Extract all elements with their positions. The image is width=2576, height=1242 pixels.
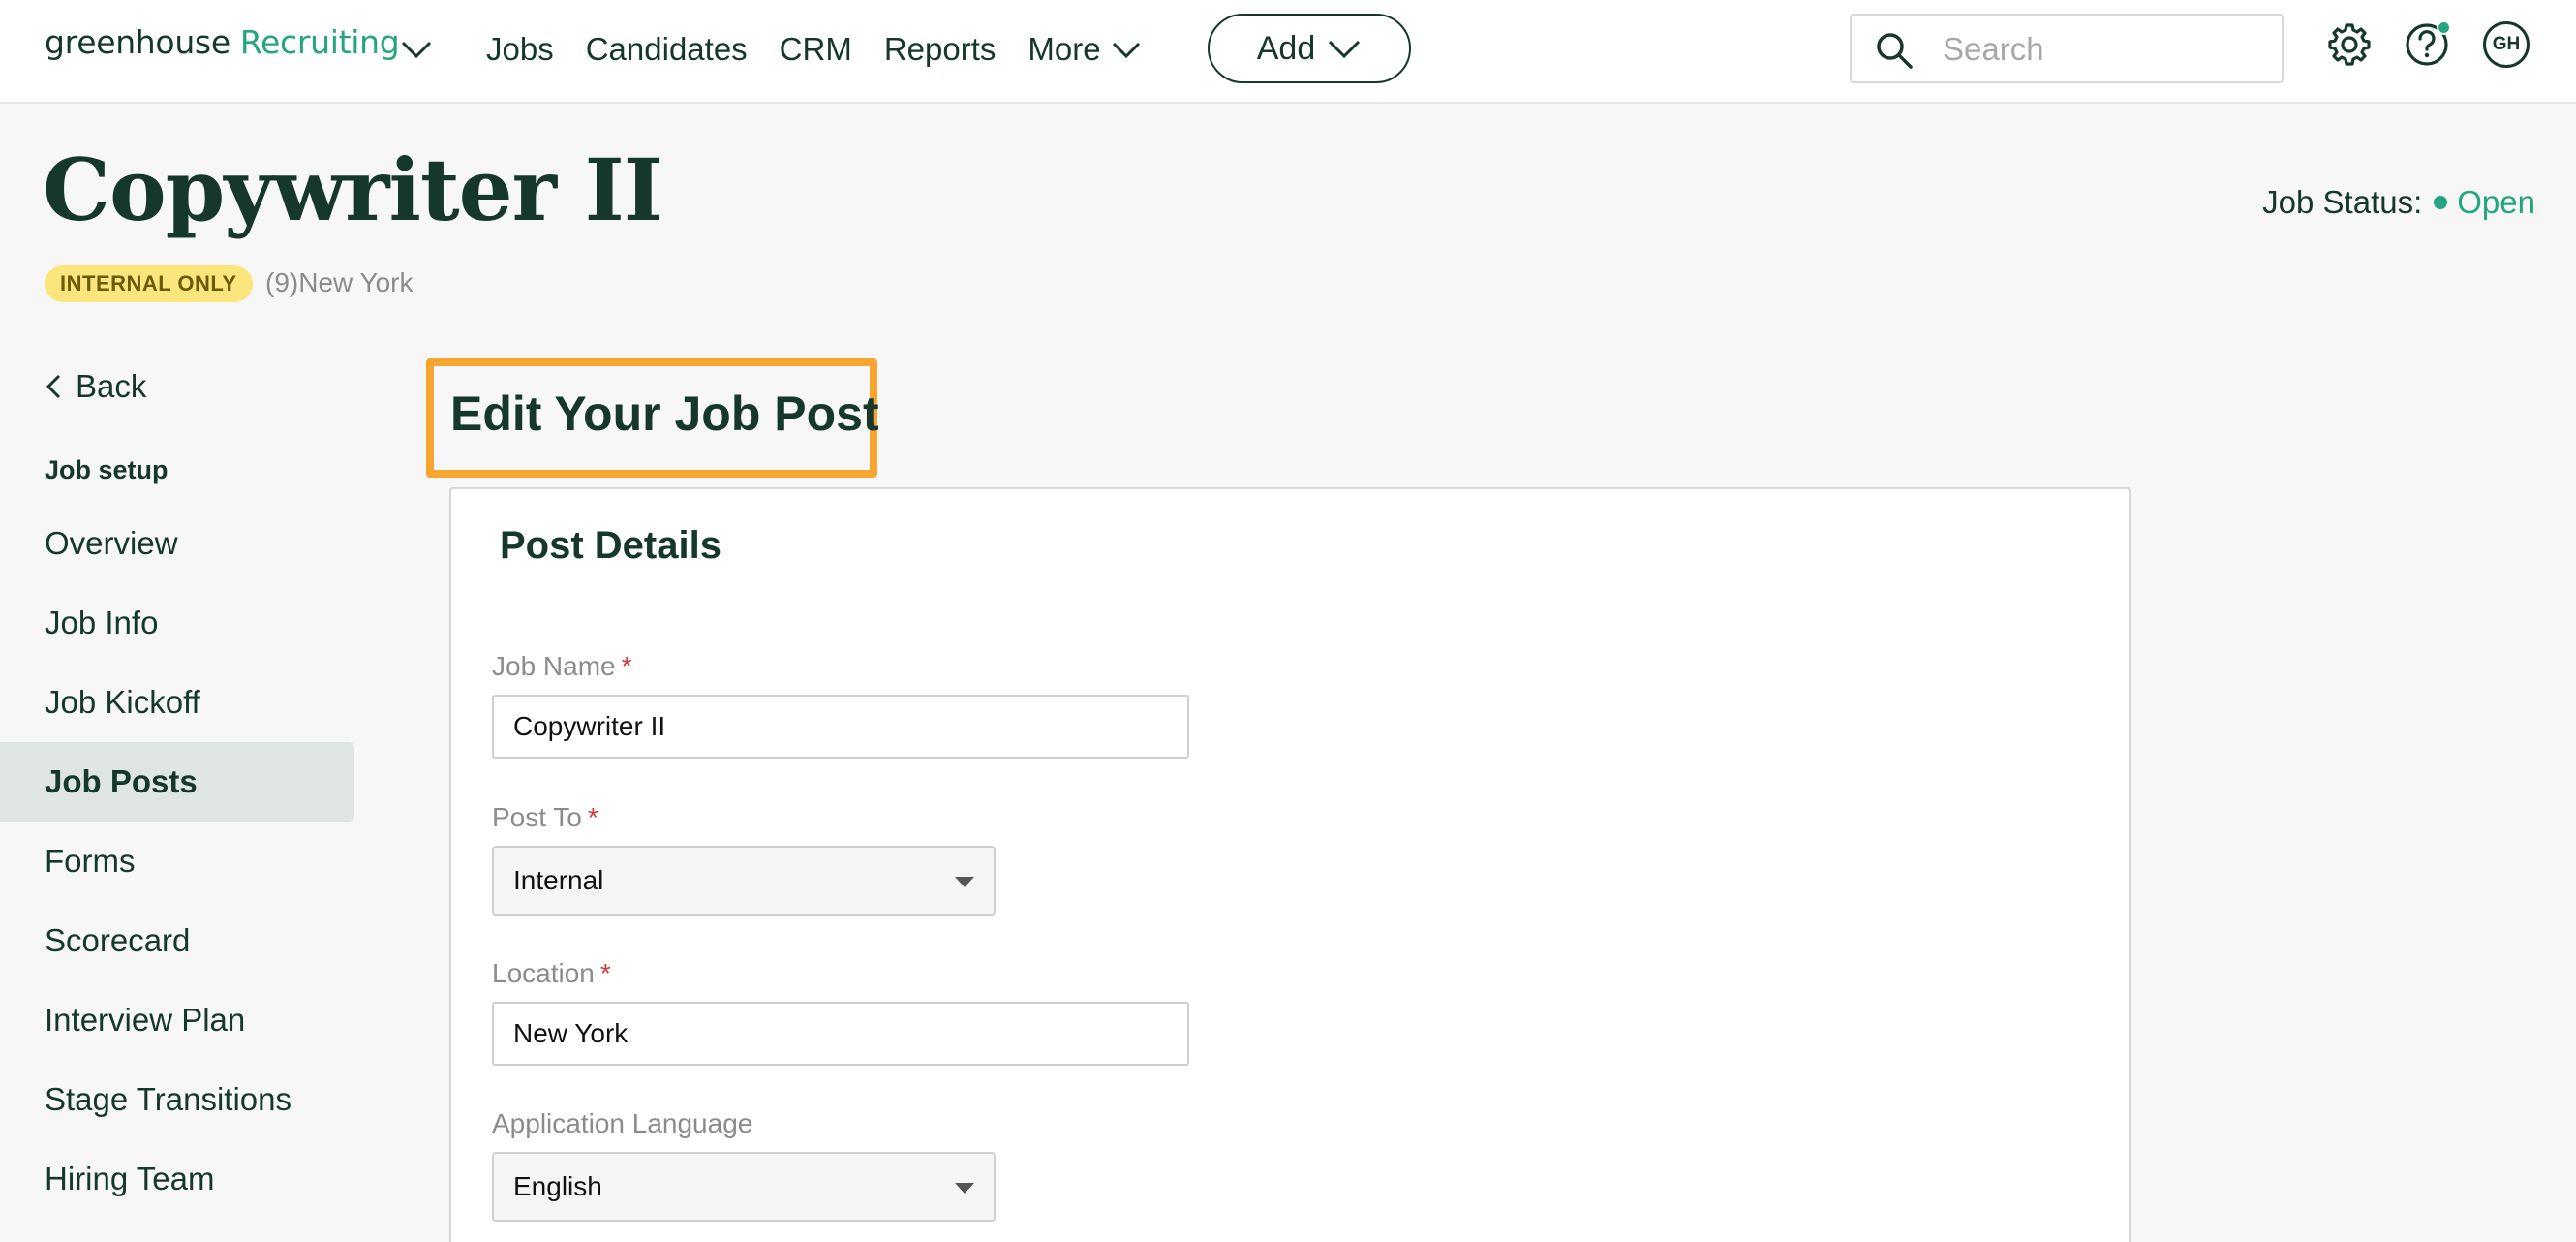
notification-dot — [2437, 20, 2451, 35]
section-title: Edit Your Job Post — [450, 387, 879, 441]
primary-nav: Jobs Candidates CRM Reports More — [486, 25, 1174, 74]
caret-down-icon — [955, 877, 974, 887]
search-icon — [1877, 33, 1913, 69]
page-title: Copywriter II — [43, 140, 663, 240]
sidebar-item-hiring-team[interactable]: Hiring Team — [0, 1139, 354, 1219]
post-details-card: Post Details Job Name* Post To* Internal… — [449, 487, 2131, 1242]
job-name-label: Job Name * — [492, 651, 632, 682]
sidebar-item-job-info[interactable]: Job Info — [0, 583, 354, 663]
sidebar-heading: Job setup — [45, 455, 169, 484]
add-button-label: Add — [1256, 29, 1316, 67]
required-mark: * — [587, 802, 598, 832]
job-location-meta: (9)New York — [265, 267, 414, 297]
sidebar-item-interview-plan[interactable]: Interview Plan — [0, 980, 354, 1060]
sidebar-item-job-posts[interactable]: Job Posts — [0, 742, 354, 822]
job-name-label-text: Job Name — [492, 651, 616, 681]
status-dot — [2434, 196, 2448, 209]
card-title: Post Details — [500, 524, 721, 567]
back-link[interactable]: Back — [45, 368, 146, 405]
sidebar-item-stage-transitions[interactable]: Stage Transitions — [0, 1060, 354, 1139]
sidebar-item-forms[interactable]: Forms — [0, 822, 354, 901]
post-to-value: Internal — [513, 865, 604, 895]
back-label: Back — [76, 368, 147, 404]
sidebar-item-job-kickoff[interactable]: Job Kickoff — [0, 663, 354, 742]
nav-crm[interactable]: CRM — [780, 31, 852, 68]
job-status-label: Job Status: — [2262, 184, 2423, 220]
nav-more[interactable]: More — [1027, 31, 1141, 68]
gear-icon[interactable] — [2326, 21, 2373, 68]
greenhouse-logo[interactable]: greenhouse Recruiting — [45, 23, 400, 72]
nav-candidates[interactable]: Candidates — [586, 31, 748, 68]
sidebar-item-scorecard[interactable]: Scorecard — [0, 901, 354, 980]
nav-jobs[interactable]: Jobs — [486, 31, 554, 68]
job-name-input[interactable] — [492, 695, 1189, 759]
sidebar-item-overview[interactable]: Overview — [0, 504, 354, 583]
nav-more-label: More — [1027, 31, 1101, 67]
post-to-label: Post To * — [492, 802, 598, 833]
application-language-label-text: Application Language — [492, 1108, 753, 1138]
chevron-down-icon — [1112, 42, 1140, 59]
chevron-left-icon — [46, 374, 61, 399]
logo-main: greenhouse — [45, 23, 230, 61]
post-to-label-text: Post To — [492, 802, 582, 832]
nav-reports[interactable]: Reports — [884, 31, 997, 68]
logo-product: Recruiting — [239, 23, 400, 61]
chevron-down-icon — [1329, 40, 1361, 59]
caret-down-icon — [955, 1183, 974, 1194]
top-navigation: greenhouse Recruiting Jobs Candidates CR… — [0, 0, 2576, 104]
application-language-label: Application Language — [492, 1108, 752, 1139]
required-mark: * — [621, 651, 632, 681]
product-switcher-chevron-icon[interactable] — [397, 33, 436, 66]
application-language-value: English — [513, 1171, 602, 1201]
location-label-text: Location — [492, 958, 595, 988]
post-to-select[interactable]: Internal — [492, 846, 996, 916]
internal-only-badge: INTERNAL ONLY — [45, 265, 253, 302]
sidebar-nav: Overview Job Info Job Kickoff Job Posts … — [0, 504, 354, 1219]
avatar[interactable]: GH — [2483, 21, 2530, 68]
job-status-value[interactable]: Open — [2457, 184, 2535, 221]
add-button[interactable]: Add — [1208, 14, 1411, 83]
location-input[interactable] — [492, 1002, 1189, 1066]
required-mark: * — [599, 958, 611, 988]
application-language-select[interactable]: English — [492, 1152, 996, 1222]
job-status: Job Status: Open — [2262, 184, 2535, 221]
search-box[interactable] — [1850, 14, 2284, 83]
search-input[interactable] — [1943, 25, 2262, 74]
location-label: Location * — [492, 958, 611, 989]
